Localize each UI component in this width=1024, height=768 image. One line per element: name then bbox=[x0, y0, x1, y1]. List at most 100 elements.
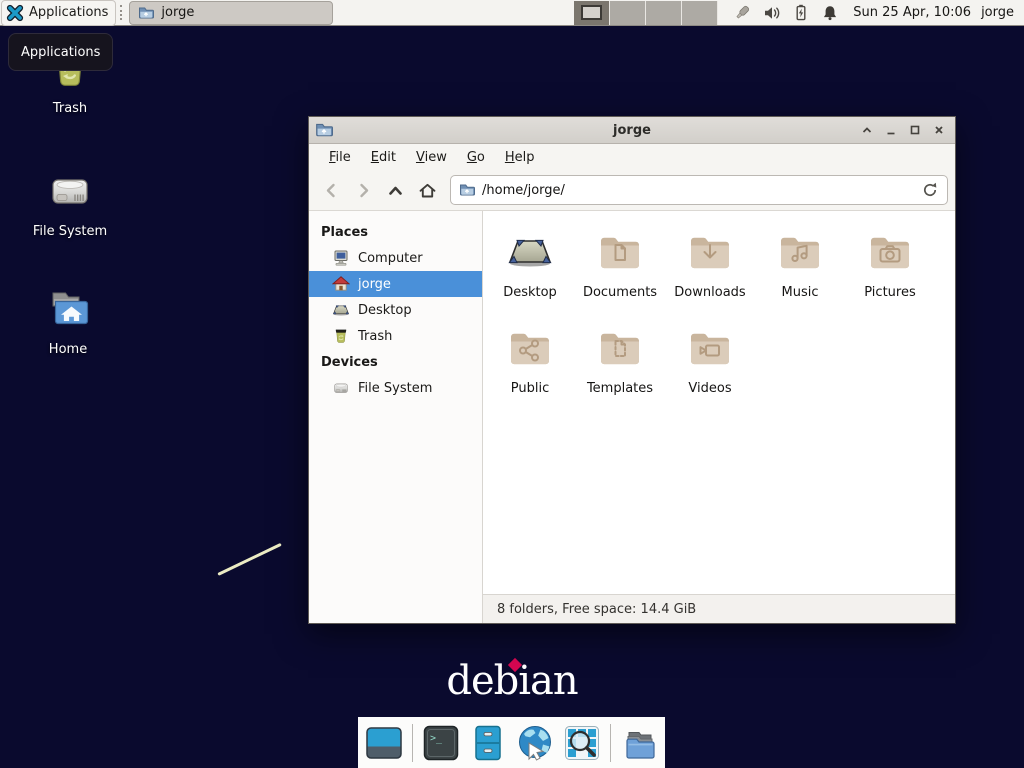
folder-share-icon bbox=[506, 324, 554, 372]
svg-text:>_: >_ bbox=[430, 733, 443, 744]
path-folder-icon bbox=[459, 182, 475, 198]
drive-icon bbox=[332, 379, 350, 397]
close-button[interactable] bbox=[929, 120, 949, 140]
file-view[interactable]: Desktop Documents Downloads bbox=[483, 211, 955, 623]
minimize-button[interactable] bbox=[881, 120, 901, 140]
file-item-videos[interactable]: Videos bbox=[665, 315, 755, 411]
desktop-icon-label: Trash bbox=[53, 101, 87, 116]
directory-menu-launcher[interactable] bbox=[620, 724, 658, 762]
folder-stack-icon bbox=[620, 724, 658, 762]
menu-view[interactable]: View bbox=[408, 147, 455, 168]
sidebar-item-file-system[interactable]: File System bbox=[309, 375, 482, 401]
folder-download-icon bbox=[686, 228, 734, 276]
bottom-dock: >_ bbox=[358, 717, 665, 768]
show-desktop-button[interactable] bbox=[365, 724, 403, 762]
reload-icon[interactable] bbox=[921, 181, 939, 199]
desktop-icon-file-system[interactable]: File System bbox=[15, 167, 125, 239]
battery-icon[interactable] bbox=[792, 4, 810, 22]
folder-music-icon bbox=[776, 228, 824, 276]
up-button[interactable] bbox=[380, 176, 410, 204]
window-titlebar[interactable]: jorge bbox=[309, 117, 955, 144]
home-button[interactable] bbox=[412, 176, 442, 204]
panel-clock[interactable]: Sun 25 Apr, 10:06 bbox=[853, 5, 971, 20]
toolbar bbox=[309, 170, 955, 211]
workspace-1[interactable] bbox=[574, 1, 610, 25]
volume-icon[interactable] bbox=[763, 4, 781, 22]
workspace-4[interactable] bbox=[682, 1, 718, 25]
desktop-icon-label: File System bbox=[33, 224, 107, 239]
globe-browser-icon bbox=[516, 724, 554, 762]
folder-camera-icon bbox=[866, 228, 914, 276]
taskbar-window-label: jorge bbox=[161, 5, 194, 20]
applications-menu-icon bbox=[6, 4, 24, 22]
sidebar-header-devices: Devices bbox=[309, 349, 482, 375]
file-item-documents[interactable]: Documents bbox=[575, 219, 665, 315]
terminal-icon: >_ bbox=[422, 724, 460, 762]
file-grid: Desktop Documents Downloads bbox=[483, 211, 955, 594]
tooltip-text: Applications bbox=[21, 45, 100, 60]
sidebar-item-desktop[interactable]: Desktop bbox=[309, 297, 482, 323]
menu-file[interactable]: File bbox=[321, 147, 359, 168]
file-item-music[interactable]: Music bbox=[755, 219, 845, 315]
dock-separator bbox=[412, 724, 413, 762]
sidebar-item-computer[interactable]: Computer bbox=[309, 245, 482, 271]
trash-icon bbox=[332, 327, 350, 345]
back-button[interactable] bbox=[316, 176, 346, 204]
shade-button[interactable] bbox=[857, 120, 877, 140]
folder-icon bbox=[138, 5, 154, 21]
applications-menu-label: Applications bbox=[29, 5, 108, 20]
file-item-desktop[interactable]: Desktop bbox=[485, 219, 575, 315]
panel-user-label[interactable]: jorge bbox=[981, 5, 1014, 20]
status-bar: 8 folders, Free space: 14.4 GiB bbox=[483, 594, 955, 623]
file-item-templates[interactable]: Templates bbox=[575, 315, 665, 411]
panel-handle-separator bbox=[120, 5, 126, 20]
menu-go[interactable]: Go bbox=[459, 147, 493, 168]
stylus-tool-icon[interactable] bbox=[734, 4, 752, 22]
desktop-icon-home[interactable]: Home bbox=[13, 285, 123, 357]
applications-menu-button[interactable]: Applications bbox=[1, 0, 116, 26]
workspace-2[interactable] bbox=[610, 1, 646, 25]
location-bar[interactable] bbox=[450, 175, 948, 205]
path-input[interactable] bbox=[482, 183, 914, 198]
web-browser-launcher[interactable] bbox=[516, 724, 554, 762]
workspace-3[interactable] bbox=[646, 1, 682, 25]
desktop-pad-icon bbox=[332, 301, 350, 319]
file-item-public[interactable]: Public bbox=[485, 315, 575, 411]
folder-template-icon bbox=[596, 324, 644, 372]
home-folder-icon bbox=[44, 285, 92, 333]
computer-icon bbox=[332, 249, 350, 267]
folder-document-icon bbox=[596, 228, 644, 276]
workspace-window-thumb bbox=[581, 5, 602, 20]
maximize-button[interactable] bbox=[905, 120, 925, 140]
menu-edit[interactable]: Edit bbox=[363, 147, 404, 168]
file-manager-window: jorge File Edit View Go Help bbox=[308, 116, 956, 624]
app-finder-launcher[interactable] bbox=[563, 724, 601, 762]
debian-logo: debian bbox=[0, 661, 1024, 701]
folder-video-icon bbox=[686, 324, 734, 372]
workspace-switcher bbox=[574, 1, 718, 25]
file-manager-launcher[interactable] bbox=[469, 724, 507, 762]
file-item-pictures[interactable]: Pictures bbox=[845, 219, 935, 315]
forward-button[interactable] bbox=[348, 176, 378, 204]
drive-icon bbox=[46, 167, 94, 215]
system-tray bbox=[734, 4, 839, 22]
notification-bell-icon[interactable] bbox=[821, 4, 839, 22]
desktop-icon-label: Home bbox=[49, 342, 87, 357]
dock-separator bbox=[610, 724, 611, 762]
sidebar-item-trash[interactable]: Trash bbox=[309, 323, 482, 349]
top-panel: Applications jorge Su bbox=[0, 0, 1024, 26]
menu-help[interactable]: Help bbox=[497, 147, 543, 168]
desktop-root: { "panel": { "applications_label": "Appl… bbox=[0, 0, 1024, 768]
house-icon bbox=[332, 275, 350, 293]
cursor-trail-line bbox=[217, 543, 281, 576]
applications-tooltip: Applications bbox=[8, 33, 113, 71]
app-finder-icon bbox=[563, 724, 601, 762]
file-cabinet-icon bbox=[469, 724, 507, 762]
sidebar: Places Computer jorge Desktop Trash Devi… bbox=[309, 211, 483, 623]
file-item-downloads[interactable]: Downloads bbox=[665, 219, 755, 315]
terminal-launcher[interactable]: >_ bbox=[422, 724, 460, 762]
show-desktop-icon bbox=[365, 724, 403, 762]
sidebar-item-jorge[interactable]: jorge bbox=[309, 271, 482, 297]
taskbar-window-button[interactable]: jorge bbox=[129, 1, 333, 25]
menu-bar: File Edit View Go Help bbox=[309, 144, 955, 170]
